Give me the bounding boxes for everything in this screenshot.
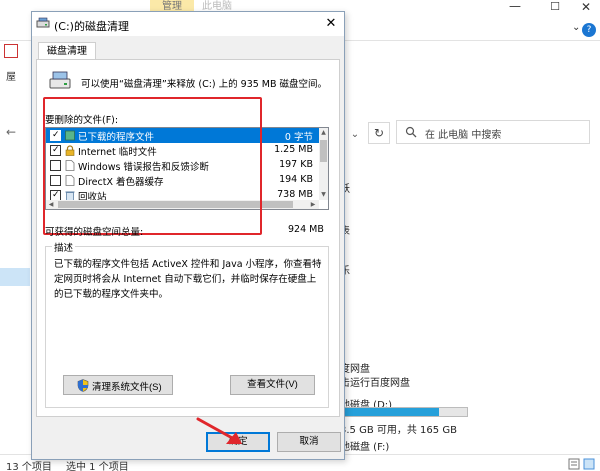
drive-d-free-space: 3.5 GB 可用，共 165 GB (340, 425, 457, 436)
nav-pane-selected-item[interactable] (0, 268, 30, 286)
cancel-button[interactable]: 取消 (277, 432, 341, 452)
ok-button[interactable]: 确定 (206, 432, 270, 452)
dialog-titlebar: (C:)的磁盘清理 ✕ (32, 12, 344, 36)
lock-icon (65, 145, 75, 156)
clean-system-files-label: 清理系统文件(S) (92, 382, 162, 393)
disk-cleanup-icon (36, 17, 50, 28)
description-legend: 描述 (52, 240, 76, 254)
item-size: 197 KB (279, 159, 313, 170)
minimize-button[interactable]: — (500, 0, 530, 16)
view-mode-icons[interactable] (568, 458, 596, 470)
list-item[interactable]: Windows 错误报告和反馈诊断 197 KB (46, 158, 319, 173)
checkmark-icon: ✓ (52, 130, 60, 140)
files-to-delete-list[interactable]: ✓ 已下载的程序文件 0 字节 ✓ Internet 临时文件 1.25 MB … (45, 127, 329, 210)
item-checkbox[interactable] (50, 160, 61, 171)
scroll-left-icon[interactable]: ◀ (46, 200, 56, 209)
clean-system-files-button[interactable]: 清理系统文件(S) (63, 375, 173, 395)
dialog-title: (C:)的磁盘清理 (54, 20, 129, 33)
scroll-down-icon[interactable]: ▼ (319, 190, 328, 200)
search-icon (405, 126, 417, 138)
space-info-text: 可以使用“磁盘清理”来释放 (C:) 上的 935 MB 磁盘空间。 (81, 79, 328, 90)
item-checkbox[interactable]: ✓ (50, 130, 61, 141)
scroll-thumb[interactable] (320, 140, 327, 162)
list-item[interactable]: ✓ 已下载的程序文件 0 字节 (46, 128, 319, 143)
disk-cleanup-panel: 可以使用“磁盘清理”来释放 (C:) 上的 935 MB 磁盘空间。 要删除的文… (36, 59, 340, 417)
drive-d-usage-fill (341, 408, 439, 416)
checkmark-icon: ✓ (52, 145, 60, 155)
ribbon-label: 屋 (6, 72, 16, 83)
maximize-button[interactable]: ☐ (540, 0, 570, 16)
tab-disk-cleanup[interactable]: 磁盘清理 (38, 42, 96, 60)
list-horizontal-scrollbar[interactable]: ◀ ▶ (46, 200, 319, 209)
item-name: Internet 临时文件 (78, 147, 157, 158)
help-icon[interactable]: ? (582, 23, 596, 37)
hard-drive-icon (49, 71, 71, 89)
list-item[interactable]: DirectX 着色器缓存 194 KB (46, 173, 319, 188)
back-arrow-icon[interactable]: ← (6, 125, 16, 139)
total-space-value: 924 MB (288, 224, 324, 235)
item-name: Windows 错误报告和反馈诊断 (78, 162, 209, 173)
drive-f-title[interactable]: 地磁盘 (F:) (340, 438, 389, 453)
close-button[interactable]: ✕ (320, 14, 342, 34)
folder-icon (65, 130, 75, 141)
item-name: 已下载的程序文件 (78, 132, 155, 143)
item-size: 1.25 MB (274, 144, 313, 155)
search-box[interactable]: 在 此电脑 中搜索 (396, 120, 590, 144)
description-text: 已下载的程序文件包括 ActiveX 控件和 Java 小程序，你查看特定网页时… (54, 259, 322, 300)
file-icon (65, 175, 75, 186)
list-item[interactable]: ✓ Internet 临时文件 1.25 MB (46, 143, 319, 158)
disk-cleanup-dialog: (C:)的磁盘清理 ✕ 磁盘清理 可以使用“磁盘清理”来释放 (C:) 上的 9… (31, 11, 345, 460)
description-group: 描述 已下载的程序文件包括 ActiveX 控件和 Java 小程序，你查看特定… (45, 240, 329, 408)
scroll-right-icon[interactable]: ▶ (308, 200, 318, 209)
baidu-drive-subtitle: 击运行百度网盘 (340, 378, 410, 389)
list-vertical-scrollbar[interactable]: ▲ ▼ (319, 128, 328, 200)
refresh-button[interactable]: ↻ (368, 122, 390, 144)
item-checkbox[interactable]: ✓ (50, 145, 61, 156)
item-size: 738 MB (277, 189, 313, 200)
total-space-label: 可获得的磁盘空间总量: (45, 227, 144, 238)
files-to-delete-label: 要删除的文件(F): (45, 115, 119, 126)
search-placeholder: 在 此电脑 中搜索 (425, 130, 502, 141)
scroll-up-icon[interactable]: ▲ (319, 128, 328, 138)
item-size: 194 KB (279, 174, 313, 185)
item-size: 0 字节 (284, 132, 313, 143)
address-dropdown-icon[interactable]: ⌄ (346, 126, 364, 144)
explorer-close-button[interactable]: ✕ (572, 0, 600, 16)
drive-d-usage-bar (340, 407, 468, 417)
properties-icon[interactable] (4, 44, 18, 58)
file-icon (65, 160, 75, 171)
view-files-button[interactable]: 查看文件(V) (230, 375, 315, 395)
item-checkbox[interactable] (50, 175, 61, 186)
item-name: DirectX 着色器缓存 (78, 177, 164, 188)
scroll-thumb[interactable] (58, 201, 293, 208)
uac-shield-icon (77, 379, 89, 392)
